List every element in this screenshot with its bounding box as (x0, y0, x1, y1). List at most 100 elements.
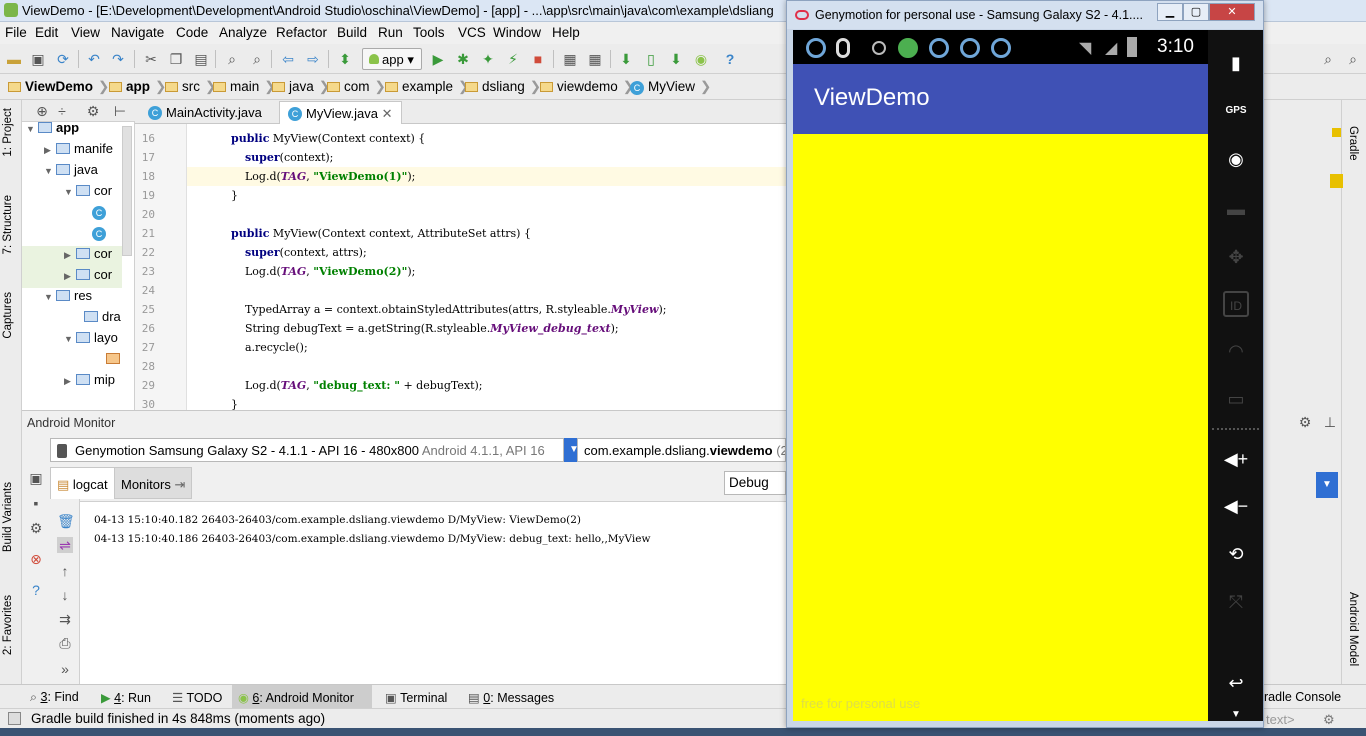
hide-panel-icon[interactable]: ⊥ (1322, 414, 1338, 430)
more-icon[interactable]: » (57, 661, 73, 677)
menu-vcs[interactable]: VCS (458, 25, 486, 40)
tab-android-monitor[interactable]: ◉ 6: Android Monitor (232, 685, 372, 709)
id-icon[interactable]: ID (1223, 291, 1249, 317)
tab-build-variants[interactable]: Build Variants (2, 482, 14, 552)
close-tab-icon[interactable]: ✕ (382, 106, 393, 121)
breadcrumb-item[interactable]: com ❯ (327, 79, 386, 95)
menu-refactor[interactable]: Refactor (276, 25, 327, 40)
tree-item-res[interactable]: ▼ res (44, 288, 92, 309)
maximize-button[interactable]: ▢ (1183, 3, 1209, 21)
device-select[interactable]: Genymotion Samsung Galaxy S2 - 4.1.1 - A… (50, 438, 564, 462)
breadcrumb-item[interactable]: dsliang ❯ (465, 79, 541, 95)
tab-favorites[interactable]: 2: Favorites (2, 595, 14, 655)
search-everywhere-icon[interactable]: ⌕ (1320, 51, 1336, 67)
camera-icon[interactable]: ◉ (1223, 146, 1249, 172)
menu-tools[interactable]: Tools (413, 25, 445, 40)
paste-icon[interactable]: ▤ (193, 51, 209, 67)
breadcrumb-item[interactable]: main ❯ (213, 79, 276, 95)
tree-item-package[interactable]: ▼ cor (64, 183, 112, 204)
breadcrumb-item[interactable]: java ❯ (272, 79, 330, 95)
tab-gradle-console[interactable]: radle Console (1264, 690, 1341, 704)
back-icon[interactable]: ↩ (1223, 670, 1249, 696)
android-device-monitor-icon[interactable]: ◉ (693, 51, 709, 67)
redo-icon[interactable]: ↷ (110, 51, 126, 67)
dpad-icon[interactable]: ✥ (1223, 244, 1249, 270)
process-select[interactable]: com.example.dsliang.viewdemo (2 (577, 438, 786, 462)
settings-icon[interactable]: ▦ (587, 51, 603, 67)
gear-icon[interactable]: ⚙ (1297, 414, 1313, 430)
avd-manager-icon[interactable]: ▯ (643, 51, 659, 67)
toggle-tool-windows-icon[interactable] (8, 712, 21, 725)
tree-item-app[interactable]: ▼ app (26, 120, 79, 141)
menu-build[interactable]: Build (337, 25, 367, 40)
tree-item-drawable[interactable]: dra (84, 309, 121, 330)
sync-icon[interactable]: ⟳ (55, 51, 71, 67)
search-icon[interactable]: ⌕ (1345, 51, 1361, 67)
gps-icon[interactable]: GPS (1223, 98, 1249, 124)
scroll-to-end-icon[interactable]: ⇉ (57, 611, 73, 627)
trash-icon[interactable]: 🗑 (57, 513, 75, 529)
apply-changes-icon[interactable]: ⚡ (505, 51, 521, 67)
tab-todo[interactable]: ☰ TODO (172, 690, 222, 705)
lock-icon[interactable]: ⚙ (1323, 712, 1335, 728)
hide-panel-icon[interactable]: ⊢ (112, 103, 128, 119)
cut-icon[interactable]: ✂ (143, 51, 159, 67)
tab-project[interactable]: 1: Project (2, 108, 14, 157)
menu-navigate[interactable]: Navigate (111, 25, 164, 40)
screenshot-icon[interactable]: ▣ (28, 470, 44, 486)
message-icon[interactable]: ▭ (1223, 386, 1249, 412)
menu-edit[interactable]: Edit (35, 25, 58, 40)
find-icon[interactable]: ⌕ (224, 51, 240, 67)
breadcrumb-item[interactable]: app ❯ (109, 79, 166, 95)
make-project-icon[interactable]: ⬍ (337, 51, 353, 67)
screen-record-icon[interactable]: ▪ (28, 495, 44, 511)
collapse-all-icon[interactable]: ÷ (54, 103, 70, 119)
tab-logcat[interactable]: ▤ logcat (50, 467, 115, 499)
logcat-output[interactable]: 04-13 15:10:40.182 26403-26403/com.examp… (80, 501, 786, 685)
warning-marker[interactable] (1330, 174, 1343, 188)
warning-marker[interactable] (1332, 128, 1341, 137)
cast-icon[interactable]: ◠ (1223, 338, 1249, 364)
tab-monitors[interactable]: Monitors ⇥ (114, 467, 193, 499)
help-icon[interactable]: ? (722, 51, 738, 67)
tab-android-model[interactable]: Android Model (1347, 592, 1359, 666)
tab-myview[interactable]: C MyView.java ✕ (279, 101, 402, 124)
stop-icon[interactable]: ■ (530, 51, 546, 67)
tree-item-manifests[interactable]: ▶ manife (44, 141, 113, 162)
open-folder-icon[interactable]: ▬ (6, 51, 22, 67)
tree-item-layout-file[interactable] (106, 351, 124, 372)
breadcrumb-item[interactable]: ViewDemo ❯ (8, 79, 109, 95)
log-level-select[interactable]: Debug (724, 471, 786, 495)
minimize-button[interactable]: ▁ (1157, 3, 1183, 21)
arrow-up-icon[interactable]: ↑ (57, 563, 73, 579)
tab-mainactivity[interactable]: C MainActivity.java (140, 101, 270, 124)
chevron-down-icon[interactable]: ▼ (1316, 472, 1338, 498)
breadcrumb-item[interactable]: example ❯ (385, 79, 469, 95)
tree-item-java[interactable]: ▼ java (44, 162, 98, 183)
menu-file[interactable]: File (5, 25, 27, 40)
save-icon[interactable]: ▣ (30, 51, 46, 67)
system-info-icon[interactable]: ⚙ (28, 520, 44, 536)
tree-item-layout[interactable]: ▼ layo (64, 330, 118, 351)
soft-wrap-icon[interactable]: ⇌ (57, 537, 73, 553)
tab-gradle[interactable]: Gradle (1347, 126, 1359, 161)
volume-down-icon[interactable]: ◀− (1223, 493, 1249, 519)
tab-run[interactable]: ▶ 4: Run (101, 690, 151, 705)
terminate-icon[interactable]: ⊗ (28, 551, 44, 567)
tab-find[interactable]: ⌕ 3: Find (30, 690, 79, 705)
tab-terminal[interactable]: ▣ Terminal (385, 690, 447, 705)
chevron-down-icon[interactable]: ▼ (1223, 702, 1249, 728)
tree-item-class[interactable]: C (92, 225, 110, 246)
tree-item-package[interactable]: ▶ cor (22, 267, 122, 288)
tree-item-class[interactable]: C (92, 204, 110, 225)
attach-debugger-icon[interactable]: ✦ (480, 51, 496, 67)
run-icon[interactable]: ▶ (430, 51, 446, 67)
gradle-sync-icon[interactable]: ⬇ (618, 51, 634, 67)
android-screen[interactable]: ◥ ◢ 3:10 ViewDemo free for personal use (793, 30, 1208, 721)
menu-help[interactable]: Help (552, 25, 580, 40)
scroll-from-source-icon[interactable]: ⊕ (34, 103, 50, 119)
forward-arrow-icon[interactable]: ⇨ (305, 51, 321, 67)
print-icon[interactable]: ⎙ (57, 635, 73, 651)
menu-view[interactable]: View (71, 25, 100, 40)
tree-item-package[interactable]: ▶ cor (22, 246, 122, 267)
